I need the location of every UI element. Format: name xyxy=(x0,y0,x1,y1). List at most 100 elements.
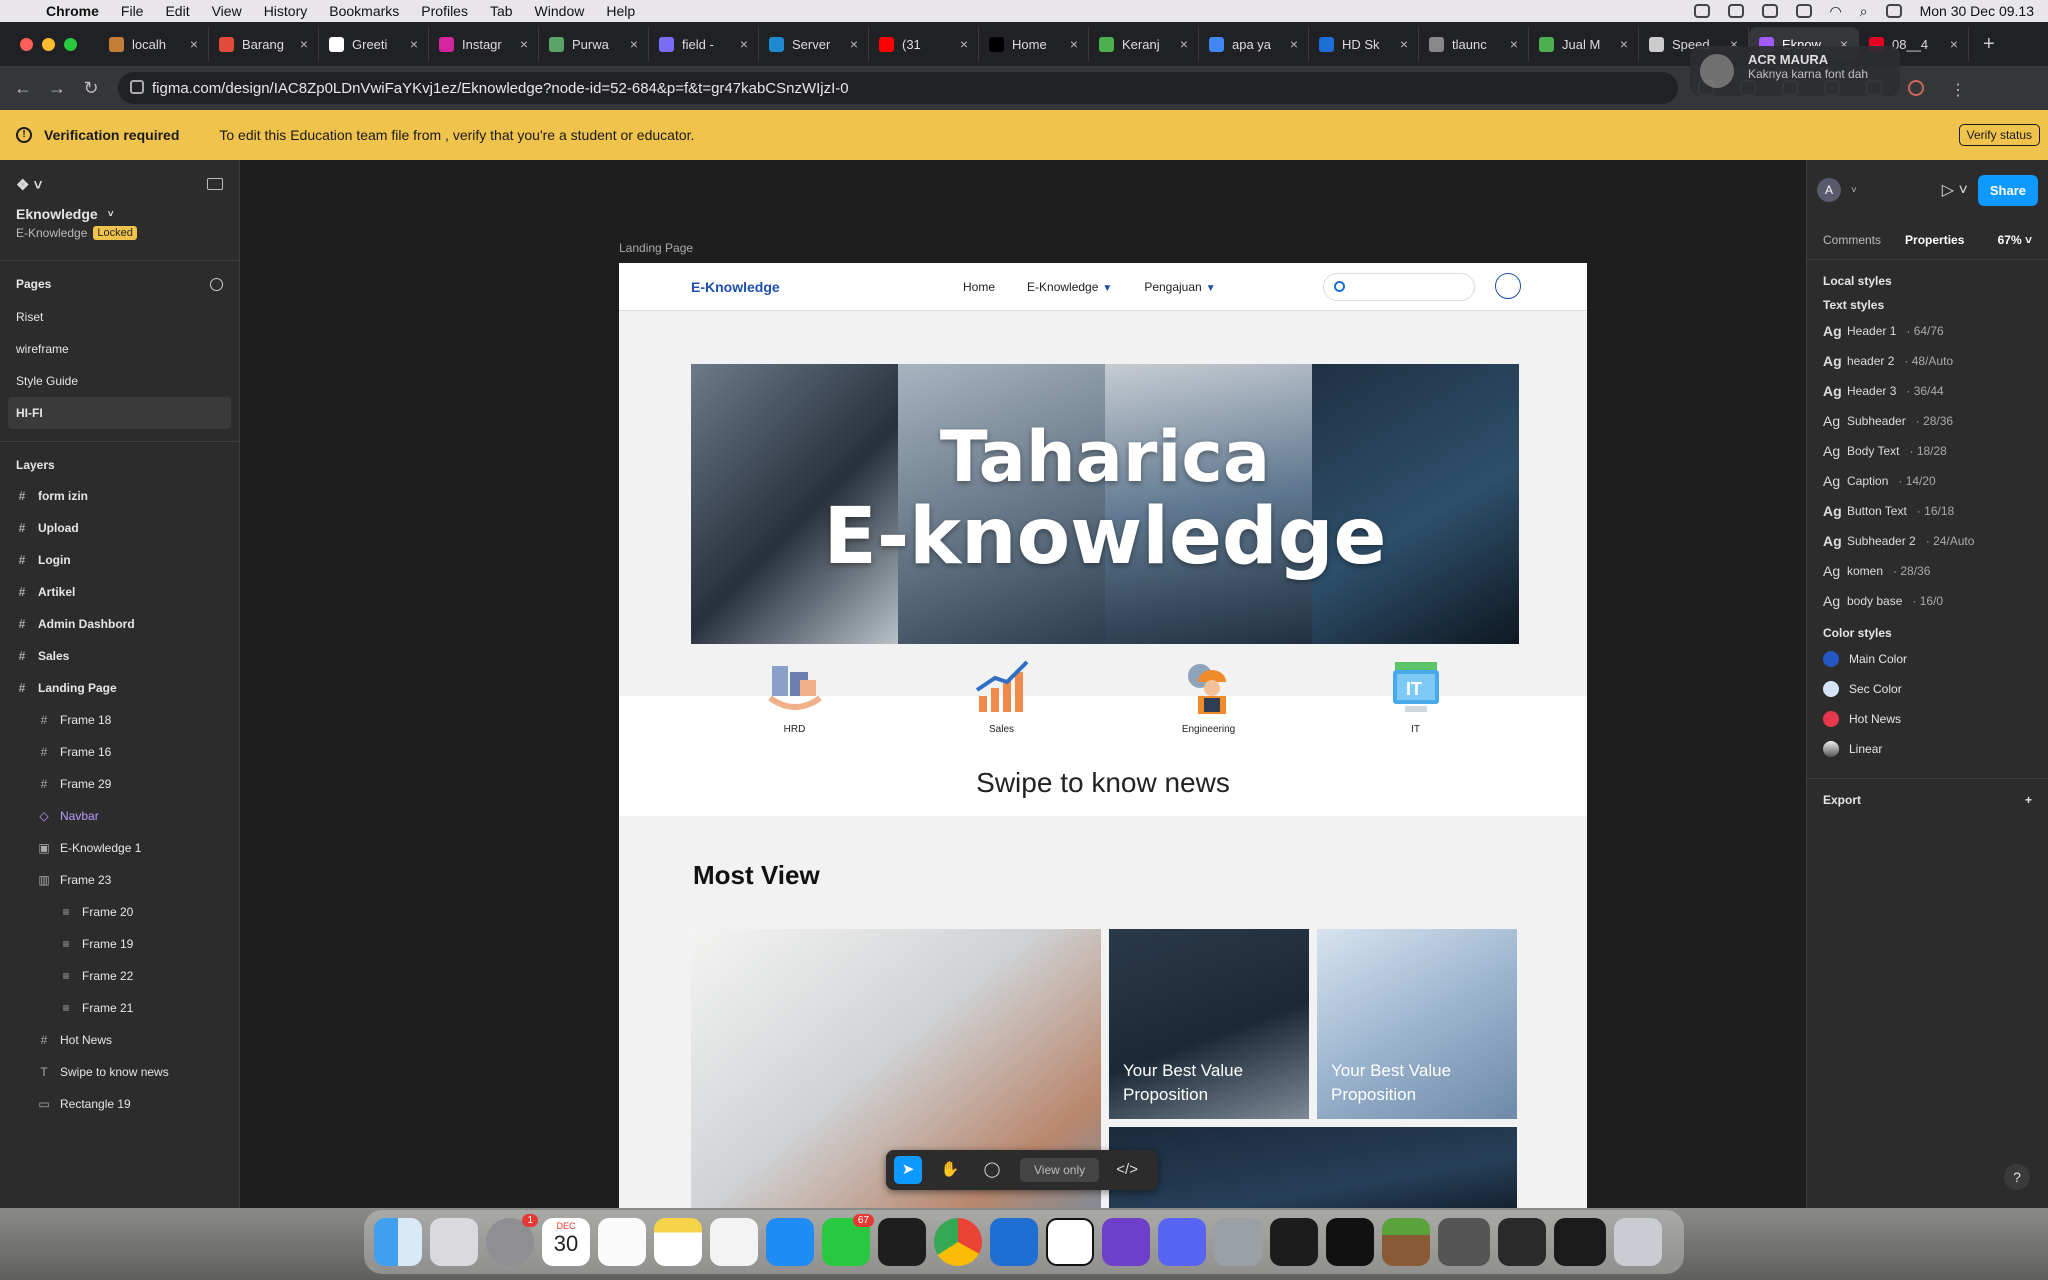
text-style-item[interactable]: Ag Button Text · 16/18 xyxy=(1823,496,2032,526)
search-icon[interactable]: ⌕ xyxy=(1860,3,1868,20)
layer-item[interactable]: ≡ Frame 20 xyxy=(0,896,239,928)
new-tab-button[interactable]: + xyxy=(1969,33,2009,56)
layer-item[interactable]: ▣ E-Knowledge 1 xyxy=(0,832,239,864)
close-tab-icon[interactable]: × xyxy=(1950,36,1958,52)
close-tab-icon[interactable]: × xyxy=(190,36,198,52)
hand-tool-icon[interactable]: ✋ xyxy=(936,1156,964,1184)
terminal-icon[interactable] xyxy=(1270,1218,1318,1266)
layer-item[interactable]: # Upload xyxy=(0,512,239,544)
menu-profiles[interactable]: Profiles xyxy=(421,3,468,19)
tab-comments[interactable]: Comments xyxy=(1823,233,1881,247)
design-canvas[interactable]: Landing Page E-Knowledge Home E-Knowledg… xyxy=(240,160,1806,1208)
menu-file[interactable]: File xyxy=(121,3,144,19)
browser-tab[interactable]: Keranj × xyxy=(1089,27,1199,61)
layer-item[interactable]: # Sales xyxy=(0,640,239,672)
layer-item[interactable]: # Admin Dashbord xyxy=(0,608,239,640)
back-icon[interactable]: ← xyxy=(6,78,40,99)
layer-item[interactable]: ≡ Frame 21 xyxy=(0,992,239,1024)
page-item[interactable]: HI-FI xyxy=(8,397,231,429)
browser-tab[interactable]: Server × xyxy=(759,27,869,61)
battery-icon[interactable] xyxy=(1795,4,1812,18)
category-sales[interactable]: Sales xyxy=(898,658,1105,735)
browser-tab[interactable]: Greeti × xyxy=(319,27,429,61)
layer-item[interactable]: # Artikel xyxy=(0,576,239,608)
menu-kebab-icon[interactable]: ⋮ xyxy=(1950,80,1966,99)
layer-item[interactable]: # Login xyxy=(0,544,239,576)
text-style-item[interactable]: Ag Subheader 2 · 24/Auto xyxy=(1823,526,2032,556)
layer-item[interactable]: # Frame 29 xyxy=(0,768,239,800)
browser-tab[interactable]: localh × xyxy=(99,27,209,61)
color-style-item[interactable]: Linear xyxy=(1823,734,2032,764)
text-style-item[interactable]: Ag Header 1 · 64/76 xyxy=(1823,316,2032,346)
system-settings-icon[interactable]: 1 xyxy=(486,1214,538,1266)
page-item[interactable]: wireframe xyxy=(0,333,231,365)
freeform-icon[interactable] xyxy=(710,1218,758,1266)
page-item[interactable]: Style Guide xyxy=(0,365,231,397)
help-icon[interactable]: ? xyxy=(2004,1164,2030,1190)
minecraft-icon[interactable] xyxy=(1382,1218,1430,1266)
toggle-sidebar-icon[interactable] xyxy=(207,178,223,190)
text-style-item[interactable]: Ag Caption · 14/20 xyxy=(1823,466,2032,496)
maximize-window-button[interactable] xyxy=(64,37,77,51)
menu-edit[interactable]: Edit xyxy=(165,3,189,19)
move-tool-icon[interactable]: ➤ xyxy=(894,1156,922,1184)
sync-icon[interactable] xyxy=(1693,4,1710,18)
chevron-down-icon[interactable]: ˅ xyxy=(1851,185,1857,196)
color-style-item[interactable]: Hot News xyxy=(1823,704,2032,734)
close-tab-icon[interactable]: × xyxy=(960,36,968,52)
layer-item[interactable]: # Hot News xyxy=(0,1024,239,1056)
text-style-item[interactable]: Ag body base · 16/0 xyxy=(1823,586,2032,616)
browser-tab[interactable]: Instagr × xyxy=(429,27,539,61)
close-tab-icon[interactable]: × xyxy=(410,36,418,52)
color-style-item[interactable]: Sec Color xyxy=(1823,674,2032,704)
close-tab-icon[interactable]: × xyxy=(1400,36,1408,52)
control-center-icon[interactable] xyxy=(1885,4,1902,18)
reload-icon[interactable]: ↻ xyxy=(74,78,108,99)
notion-icon[interactable] xyxy=(1046,1218,1094,1266)
close-tab-icon[interactable]: × xyxy=(850,36,858,52)
close-tab-icon[interactable]: × xyxy=(1620,36,1628,52)
vscode-icon[interactable] xyxy=(990,1218,1038,1266)
menu-help[interactable]: Help xyxy=(606,3,635,19)
frame-label[interactable]: Landing Page xyxy=(619,241,693,255)
hero-banner[interactable]: Taharica E-knowledge xyxy=(691,364,1519,644)
forward-icon[interactable]: → xyxy=(40,78,74,99)
news-card[interactable]: Your Best Value Proposition xyxy=(1109,929,1309,1119)
browser-tab[interactable]: Jual M × xyxy=(1529,27,1639,61)
browser-tab[interactable]: tlaunc × xyxy=(1419,27,1529,61)
reminders-icon[interactable] xyxy=(598,1218,646,1266)
chrome-icon[interactable] xyxy=(934,1218,982,1266)
layer-item[interactable]: ≡ Frame 19 xyxy=(0,928,239,960)
trash-icon[interactable] xyxy=(1614,1218,1662,1266)
add-icon[interactable]: + xyxy=(2025,793,2032,807)
search-icon[interactable] xyxy=(210,277,223,291)
menu-history[interactable]: History xyxy=(264,3,308,19)
utility-icon[interactable] xyxy=(1214,1218,1262,1266)
figma-menu-icon[interactable]: ❖ ˅ xyxy=(16,176,42,194)
headphones-icon[interactable] xyxy=(1727,4,1744,18)
browser-tab[interactable]: field - × xyxy=(649,27,759,61)
category-engineering[interactable]: Engineering xyxy=(1105,658,1312,735)
site-logo[interactable]: E-Knowledge xyxy=(691,279,780,295)
notification-toast[interactable]: ACR MAURA Kaknya karna font dah xyxy=(1690,46,1900,96)
zoom-level[interactable]: 67% ˅ xyxy=(1998,233,2032,247)
github-desktop-icon[interactable] xyxy=(1102,1218,1150,1266)
category-it[interactable]: IT IT xyxy=(1312,658,1519,735)
close-tab-icon[interactable]: × xyxy=(1290,36,1298,52)
launchpad-icon[interactable] xyxy=(430,1218,478,1266)
layer-item[interactable]: ≡ Frame 22 xyxy=(0,960,239,992)
whatsapp-icon[interactable]: 67 xyxy=(822,1214,874,1266)
news-card[interactable] xyxy=(1109,1127,1517,1208)
layer-item[interactable]: # Frame 18 xyxy=(0,704,239,736)
project-name[interactable]: E-Knowledge xyxy=(16,226,87,240)
close-tab-icon[interactable]: × xyxy=(1070,36,1078,52)
nav-eknowledge[interactable]: E-Knowledge ▼ xyxy=(1027,280,1112,294)
browser-tab[interactable]: Home × xyxy=(979,27,1089,61)
browser-tab[interactable]: HD Sk × xyxy=(1309,27,1419,61)
minimized-window[interactable] xyxy=(1498,1218,1546,1266)
minimize-window-button[interactable] xyxy=(42,37,55,51)
url-field[interactable]: figma.com/design/IAC8Zp0LDnVwiFaYKvj1ez/… xyxy=(118,72,1678,104)
news-card[interactable]: Your Best Value Proposition xyxy=(1317,929,1517,1119)
minimized-window[interactable] xyxy=(1438,1218,1490,1266)
menu-window[interactable]: Window xyxy=(535,3,585,19)
